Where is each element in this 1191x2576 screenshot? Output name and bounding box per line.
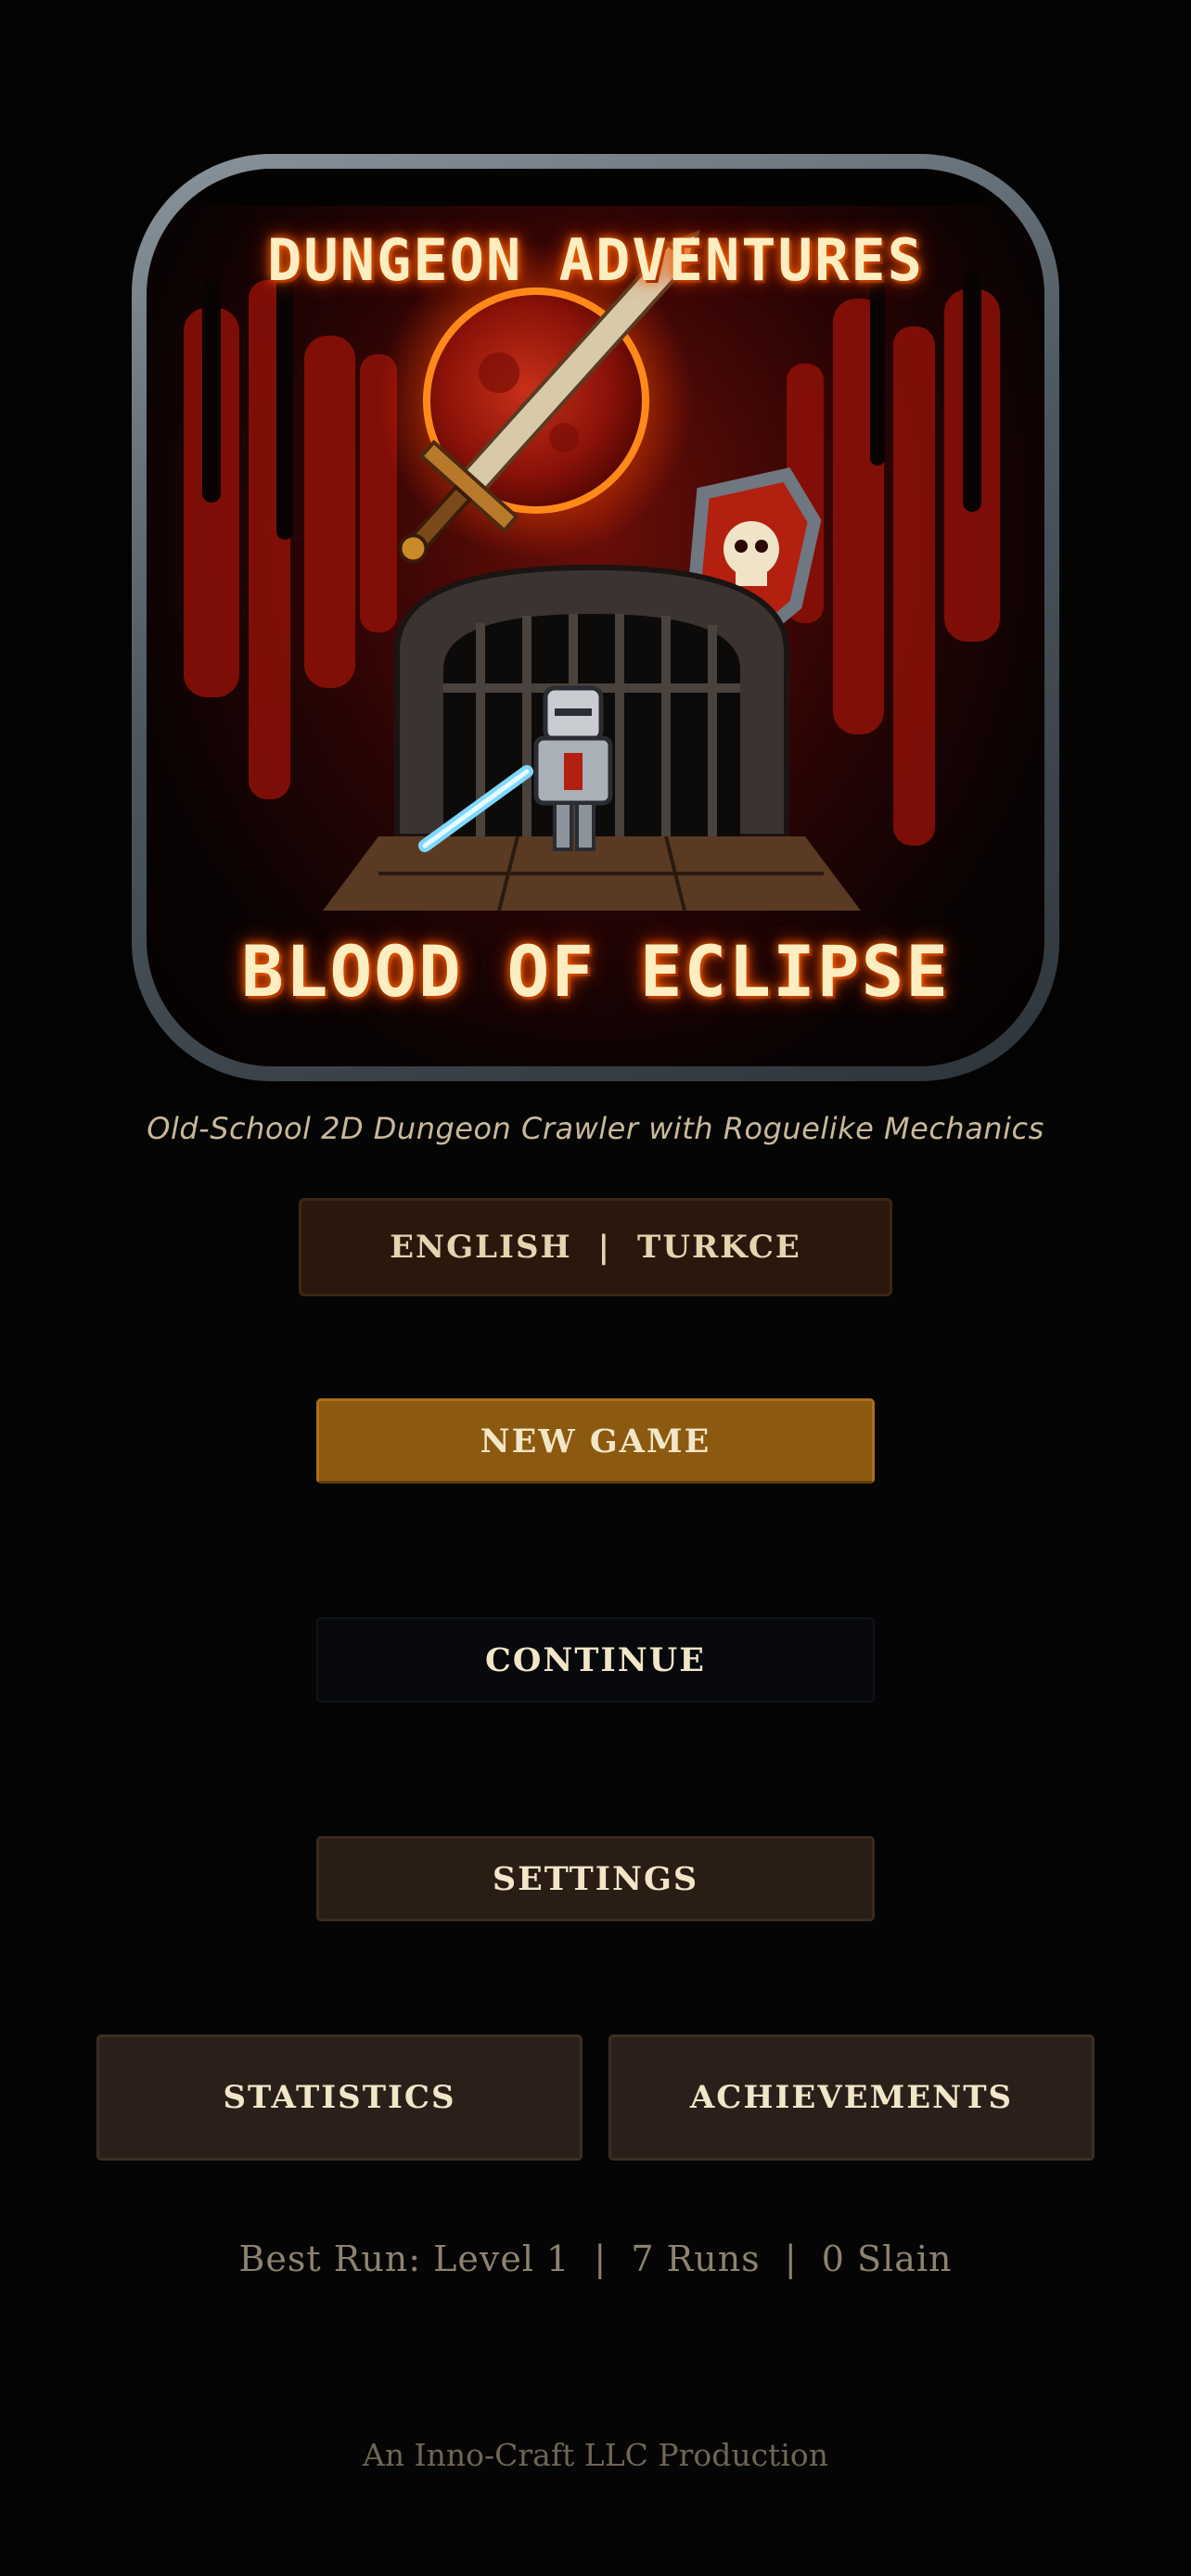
logo-title-top: DUNGEON ADVENTURES <box>267 226 924 294</box>
best-run-summary: Best Run: Level 1 | 7 Runs | 0 Slain <box>238 2238 953 2279</box>
achievements-button[interactable]: ACHIEVEMENTS <box>608 2034 1095 2161</box>
language-turkish-button[interactable]: TURKCE <box>637 1229 801 1266</box>
continue-button[interactable]: CONTINUE <box>316 1617 875 1702</box>
statistics-label: STATISTICS <box>223 2079 456 2116</box>
language-selector: ENGLISH | TURKCE <box>299 1198 892 1296</box>
statistics-button[interactable]: STATISTICS <box>96 2034 583 2161</box>
settings-label: SETTINGS <box>492 1859 699 1898</box>
achievements-label: ACHIEVEMENTS <box>689 2079 1014 2116</box>
language-english-button[interactable]: ENGLISH <box>390 1229 572 1266</box>
studio-credit: An Inno-Craft LLC Production <box>362 2437 828 2473</box>
continue-label: CONTINUE <box>485 1640 706 1679</box>
new-game-button[interactable]: NEW GAME <box>316 1398 875 1484</box>
logo-title-bottom: BLOOD OF ECLIPSE <box>240 930 951 1013</box>
language-separator: | <box>597 1229 612 1266</box>
new-game-label: NEW GAME <box>480 1422 711 1460</box>
game-logo: DUNGEON ADVENTURES BLOOD OF ECLIPSE <box>132 154 1059 1081</box>
game-tagline: Old-School 2D Dungeon Crawler with Rogue… <box>147 1111 1044 1146</box>
settings-button[interactable]: SETTINGS <box>316 1836 875 1921</box>
logo-artwork: DUNGEON ADVENTURES BLOOD OF ECLIPSE <box>147 169 1044 1066</box>
